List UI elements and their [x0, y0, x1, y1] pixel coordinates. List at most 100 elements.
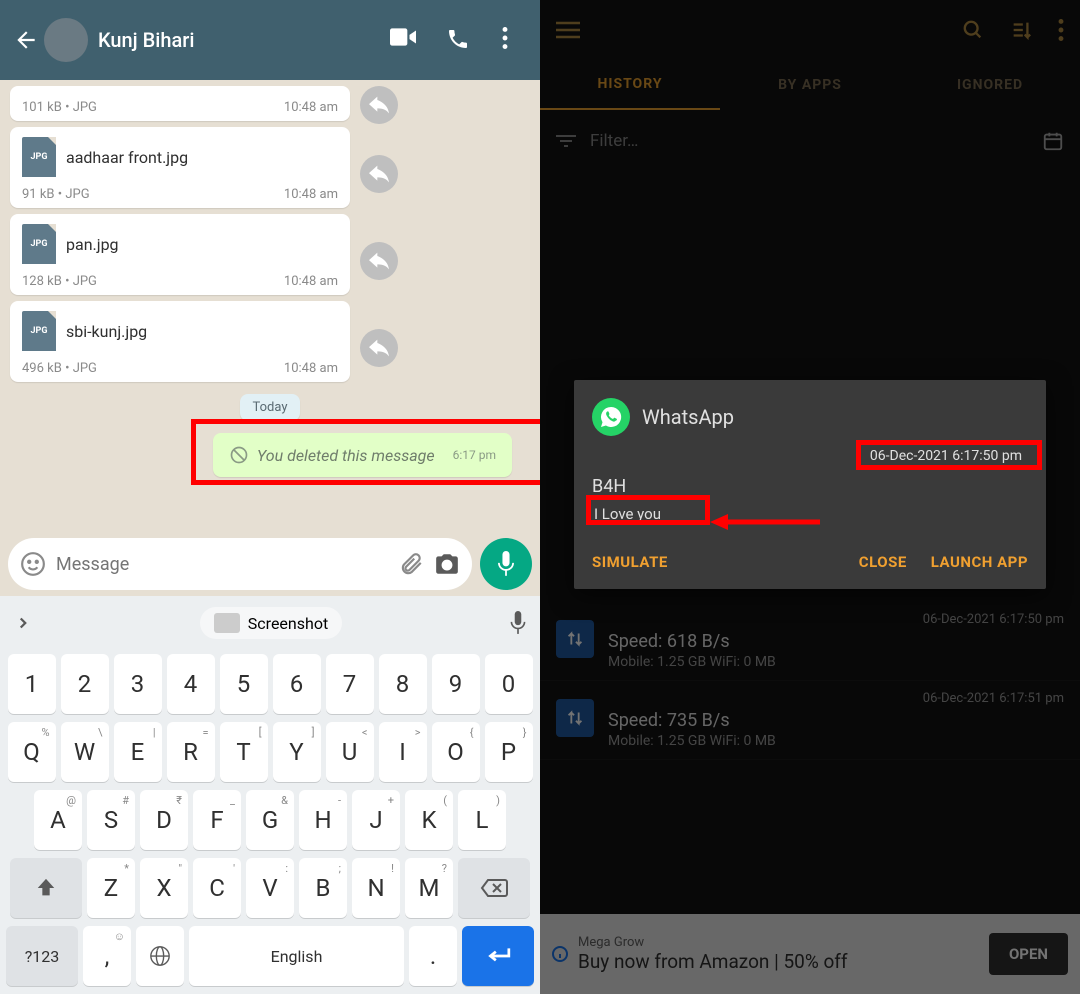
screenshot-thumb-icon — [214, 613, 240, 633]
attachment-bubble[interactable]: 101 kB • JPG 10:48 am — [10, 86, 350, 121]
contact-name[interactable]: Kunj Bihari — [98, 28, 390, 52]
comma-key[interactable]: ,☺ — [83, 926, 131, 986]
message-input[interactable] — [56, 554, 388, 575]
whatsapp-icon — [592, 398, 630, 436]
key-row-4: Z*X"C'V:B;N!M? — [0, 854, 540, 922]
key-row-1: 1234567890 — [0, 650, 540, 718]
emoji-icon[interactable] — [20, 551, 46, 577]
key-e[interactable]: E| — [114, 722, 162, 782]
key-z[interactable]: Z* — [87, 858, 135, 918]
forward-icon[interactable] — [360, 242, 398, 280]
key-r[interactable]: R= — [167, 722, 215, 782]
jpg-icon: JPG — [22, 224, 56, 264]
contact-avatar[interactable] — [44, 18, 88, 62]
attachment-bubble[interactable]: JPG sbi-kunj.jpg 496 kB • JPG 10:48 am — [10, 301, 350, 382]
period-key[interactable]: . — [409, 926, 457, 986]
key-7[interactable]: 7 — [326, 654, 374, 714]
forward-icon[interactable] — [360, 86, 398, 124]
deleted-message-container: You deleted this message 6:17 pm — [213, 433, 512, 477]
blocked-icon — [229, 445, 249, 465]
notification-app-pane: HISTORY BY APPS IGNORED Filter… 06-Dec-2… — [540, 0, 1080, 994]
mic-icon[interactable] — [510, 611, 526, 635]
backspace-key[interactable] — [458, 858, 530, 918]
key-t[interactable]: T[ — [220, 722, 268, 782]
enter-key[interactable] — [462, 926, 534, 986]
key-x[interactable]: X" — [140, 858, 188, 918]
message-input-row — [0, 532, 540, 596]
simulate-button[interactable]: SIMULATE — [592, 553, 668, 571]
attachment-bubble[interactable]: JPG aadhaar front.jpg 91 kB • JPG 10:48 … — [10, 127, 350, 208]
key-2[interactable]: 2 — [61, 654, 109, 714]
arrow-annotation — [710, 510, 820, 534]
launch-app-button[interactable]: LAUNCH APP — [931, 553, 1028, 571]
deleted-message-bubble[interactable]: You deleted this message 6:17 pm — [213, 433, 512, 477]
mic-button[interactable] — [480, 538, 532, 590]
camera-icon[interactable] — [434, 551, 460, 577]
key-row-5: ?123 ,☺ English . — [0, 922, 540, 990]
deleted-message-text: You deleted this message — [257, 446, 435, 465]
key-d[interactable]: D₹ — [140, 790, 188, 850]
key-9[interactable]: 9 — [432, 654, 480, 714]
deleted-message-time: 6:17 pm — [453, 448, 496, 462]
keyboard: Screenshot 1234567890 Q%W\E|R=T[Y]U<I>O{… — [0, 596, 540, 994]
key-3[interactable]: 3 — [114, 654, 162, 714]
attachment-filename: pan.jpg — [66, 235, 119, 254]
video-call-icon[interactable] — [390, 27, 416, 53]
notification-popup: WhatsApp 06-Dec-2021 6:17:50 pm B4H I Lo… — [574, 380, 1046, 589]
forward-icon[interactable] — [360, 155, 398, 193]
suggestion-chip[interactable]: Screenshot — [200, 607, 342, 639]
key-0[interactable]: 0 — [485, 654, 533, 714]
key-o[interactable]: O{ — [432, 722, 480, 782]
more-icon[interactable] — [502, 27, 528, 53]
key-row-3: A@S#D₹F_G&H-J+K(L) — [0, 786, 540, 854]
shift-key[interactable] — [10, 858, 82, 918]
key-c[interactable]: C' — [193, 858, 241, 918]
key-j[interactable]: J+ — [352, 790, 400, 850]
key-w[interactable]: W\ — [61, 722, 109, 782]
key-s[interactable]: S# — [87, 790, 135, 850]
key-m[interactable]: M? — [405, 858, 453, 918]
key-1[interactable]: 1 — [8, 654, 56, 714]
attach-icon[interactable] — [398, 551, 424, 577]
key-g[interactable]: G& — [246, 790, 294, 850]
key-b[interactable]: B; — [299, 858, 347, 918]
whatsapp-pane: Kunj Bihari 101 kB • JPG 10:48 am — [0, 0, 540, 994]
whatsapp-header: Kunj Bihari — [0, 0, 540, 80]
date-separator: Today — [240, 394, 299, 421]
voice-call-icon[interactable] — [446, 27, 472, 53]
key-5[interactable]: 5 — [220, 654, 268, 714]
chevron-right-icon[interactable] — [14, 614, 32, 632]
attachment-filename: aadhaar front.jpg — [66, 148, 188, 167]
key-row-2: Q%W\E|R=T[Y]U<I>O{P} — [0, 718, 540, 786]
back-icon[interactable] — [12, 26, 40, 54]
close-button[interactable]: CLOSE — [859, 553, 907, 571]
key-8[interactable]: 8 — [379, 654, 427, 714]
jpg-icon: JPG — [22, 311, 56, 351]
suggestion-bar: Screenshot — [0, 596, 540, 650]
chat-area: 101 kB • JPG 10:48 am JPG aadhaar front.… — [0, 80, 540, 532]
key-i[interactable]: I> — [379, 722, 427, 782]
key-n[interactable]: N! — [352, 858, 400, 918]
key-y[interactable]: Y] — [273, 722, 321, 782]
key-a[interactable]: A@ — [34, 790, 82, 850]
key-4[interactable]: 4 — [167, 654, 215, 714]
key-u[interactable]: U< — [326, 722, 374, 782]
key-l[interactable]: L) — [458, 790, 506, 850]
key-h[interactable]: H- — [299, 790, 347, 850]
message-input-box[interactable] — [8, 538, 472, 590]
attachment-bubble[interactable]: JPG pan.jpg 128 kB • JPG 10:48 am — [10, 214, 350, 295]
key-v[interactable]: V: — [246, 858, 294, 918]
popup-sender: B4H — [592, 476, 1028, 497]
attachment-filename: sbi-kunj.jpg — [66, 322, 147, 341]
key-f[interactable]: F_ — [193, 790, 241, 850]
key-k[interactable]: K( — [405, 790, 453, 850]
key-6[interactable]: 6 — [273, 654, 321, 714]
popup-message: I Love you — [592, 503, 663, 525]
popup-timestamp: 06-Dec-2021 6:17:50 pm — [592, 446, 1028, 466]
forward-icon[interactable] — [360, 329, 398, 367]
key-p[interactable]: P} — [485, 722, 533, 782]
globe-key[interactable] — [136, 926, 184, 986]
space-key[interactable]: English — [189, 926, 404, 986]
symbols-key[interactable]: ?123 — [6, 926, 78, 986]
key-q[interactable]: Q% — [8, 722, 56, 782]
